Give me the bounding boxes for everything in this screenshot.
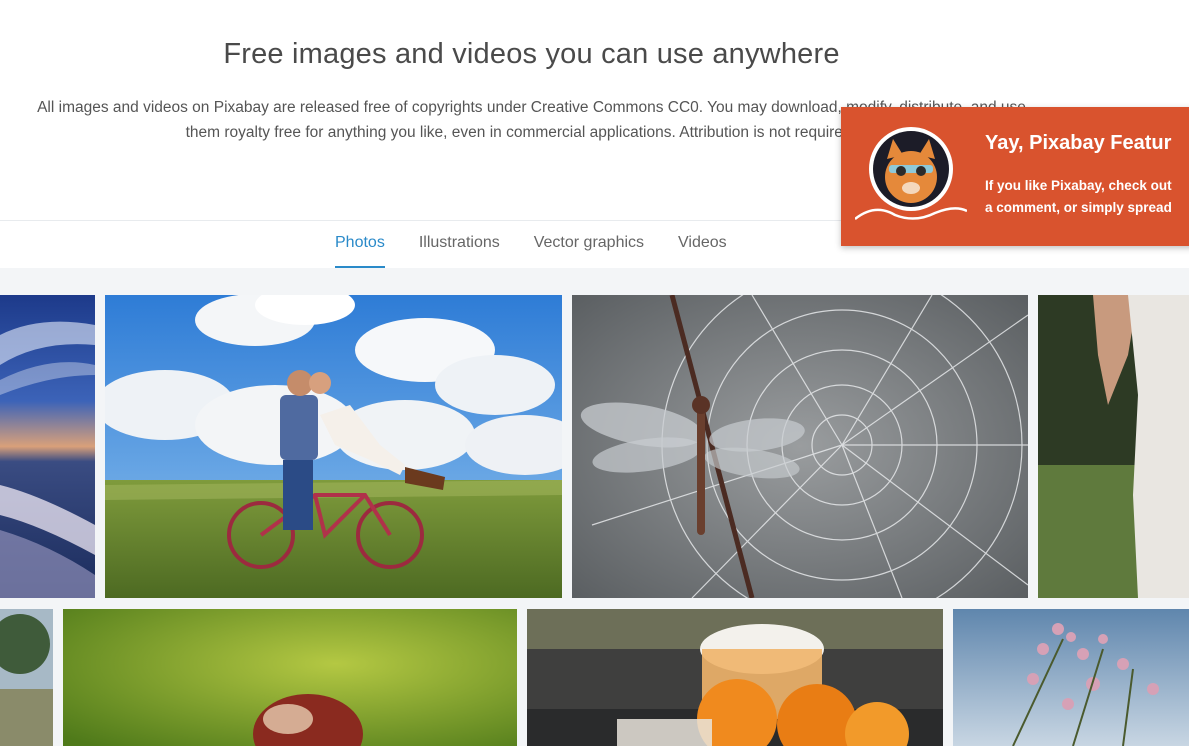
trees-photo[interactable] <box>0 609 53 746</box>
product-hunt-popup[interactable]: Yay, Pixabay Featur If you like Pixabay,… <box>841 107 1189 246</box>
chestnut-green-photo[interactable] <box>63 609 517 746</box>
oranges-jar-photo[interactable] <box>527 609 943 746</box>
pink-flowers-photo[interactable] <box>953 609 1189 746</box>
hero-desc-line2: them royalty free for anything you like,… <box>185 124 856 141</box>
dragonfly-spiderweb-photo[interactable] <box>572 295 1028 598</box>
popup-text: If you like Pixabay, check out a comment… <box>985 175 1172 219</box>
tab-photos[interactable]: Photos <box>318 221 402 268</box>
tab-vector-graphics[interactable]: Vector graphics <box>517 221 661 268</box>
popup-text-line1: If you like Pixabay, check out <box>985 178 1172 193</box>
popup-text-line2: a comment, or simply spread <box>985 200 1172 215</box>
tab-illustrations[interactable]: Illustrations <box>402 221 517 268</box>
tab-videos[interactable]: Videos <box>661 221 744 268</box>
page-title: Free images and videos you can use anywh… <box>223 38 840 70</box>
beach-waves-photo[interactable] <box>0 295 95 598</box>
popup-title: Yay, Pixabay Featur <box>985 132 1172 154</box>
media-type-tabs: Photos Illustrations Vector graphics Vid… <box>318 221 744 268</box>
image-gallery <box>0 268 1189 746</box>
product-hunt-cat-logo <box>854 123 968 235</box>
couple-bicycle-photo[interactable] <box>105 295 562 598</box>
bride-dress-photo[interactable] <box>1038 295 1189 598</box>
